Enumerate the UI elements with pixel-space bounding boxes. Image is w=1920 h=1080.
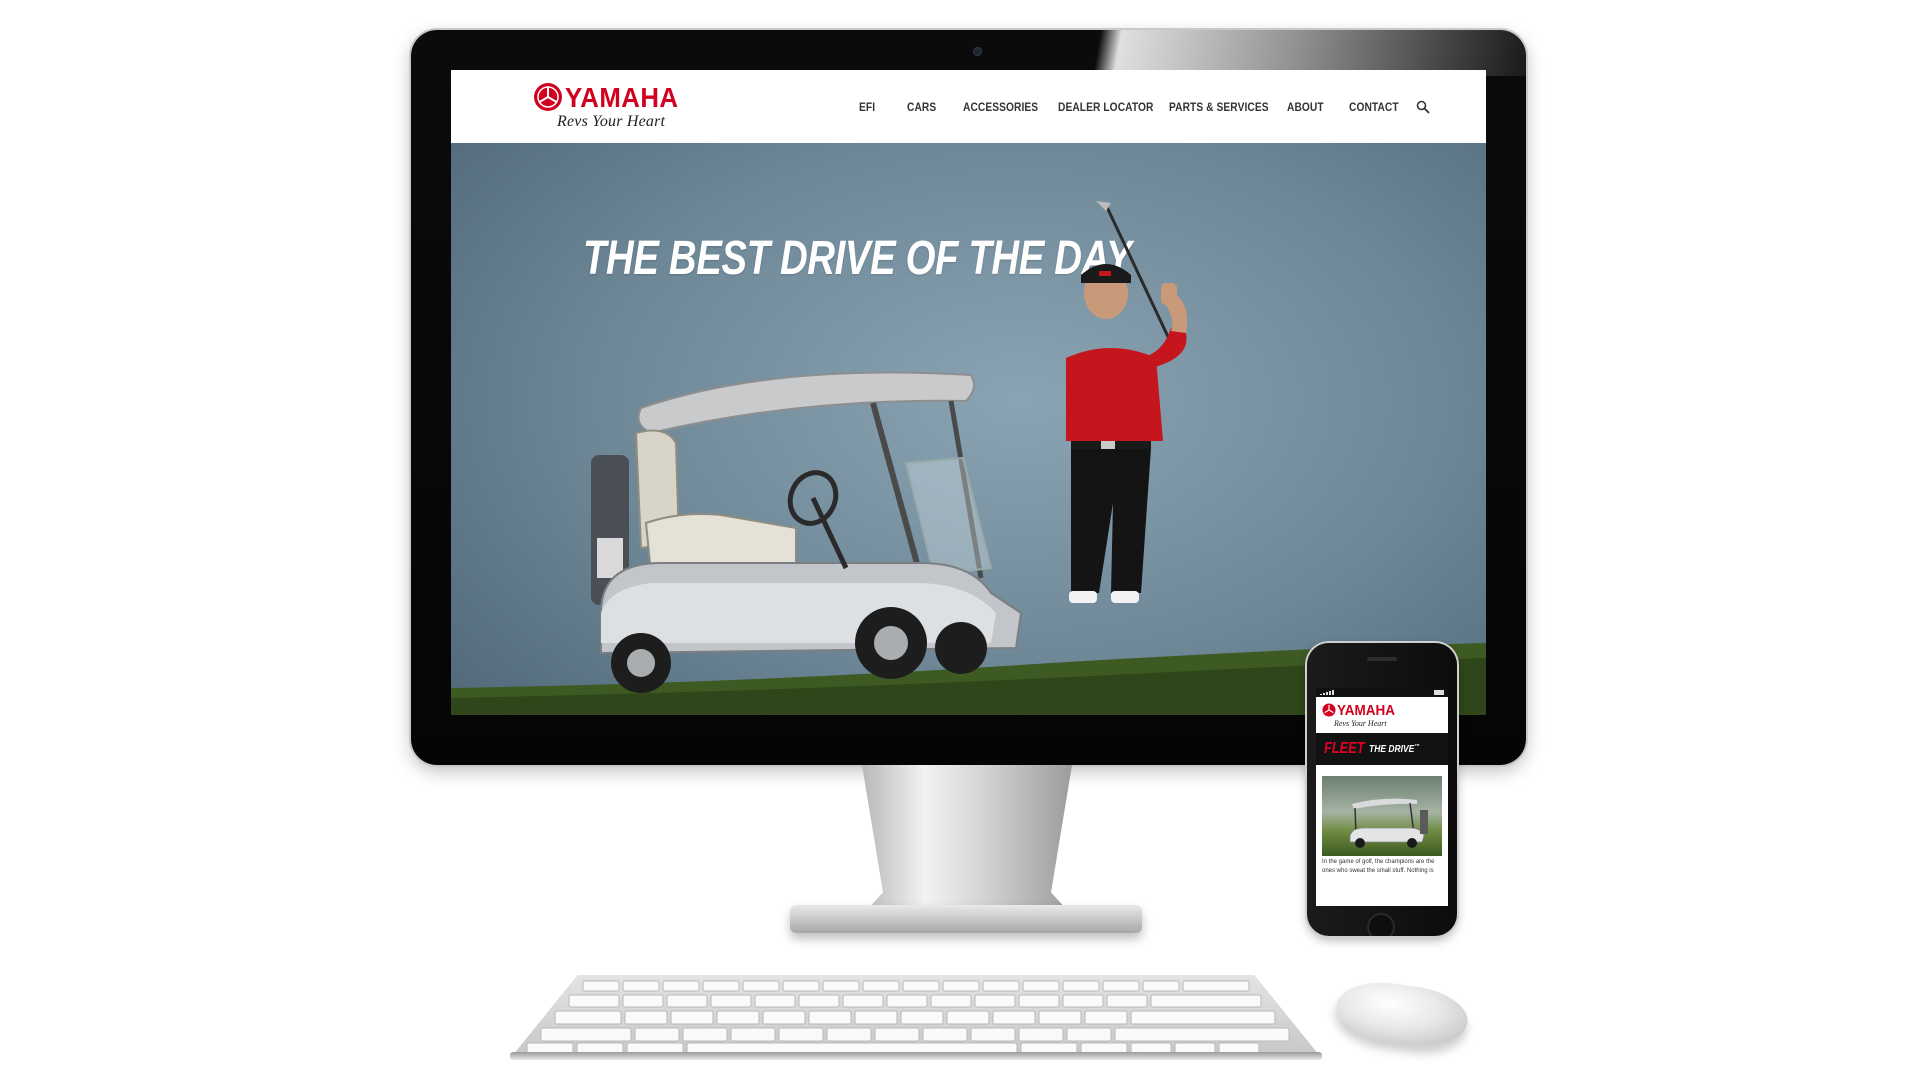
desktop-screen: YAMAHA Revs Your Heart EFI CARS ACCESSOR… [451, 70, 1486, 715]
mobile-hero-photo [1322, 776, 1442, 856]
nav-about[interactable]: ABOUT [1287, 100, 1324, 114]
banner-drive-label: THE DRIVE [1369, 744, 1415, 755]
camera-icon [973, 47, 982, 56]
nav-efi[interactable]: EFI [859, 100, 875, 114]
banner-fleet-text: FLEET [1324, 740, 1365, 757]
mobile-body-text: In the game of golf, the champions are t… [1322, 859, 1435, 874]
nav-cars[interactable]: CARS [907, 100, 936, 114]
nav-parts-services[interactable]: PARTS & SERVICES [1169, 100, 1269, 114]
mobile-phone: YAMAHA Revs Your Heart FLEET THE DRIVE™ … [1307, 643, 1457, 936]
signal-icon [1320, 690, 1334, 695]
golf-cart-image [591, 371, 1023, 693]
golfer-image [1066, 201, 1188, 603]
yamaha-tuning-fork-icon[interactable] [1322, 703, 1336, 717]
trademark-symbol: ™ [1414, 744, 1420, 750]
keyboard-image [513, 975, 1319, 1055]
search-icon[interactable] [1416, 100, 1430, 114]
nav-dealer-locator[interactable]: DEALER LOCATOR [1058, 100, 1153, 114]
nav-accessories[interactable]: ACCESSORIES [963, 100, 1038, 114]
keyboard-edge [510, 1052, 1322, 1060]
phone-speaker [1367, 657, 1397, 661]
mobile-screen: YAMAHA Revs Your Heart FLEET THE DRIVE™ … [1316, 688, 1448, 906]
hero-banner: THE BEST DRIVE OF THE DAY [451, 143, 1486, 715]
mouse-image [1332, 976, 1472, 1052]
monitor-stand [862, 765, 1072, 915]
mobile-brand-tagline: Revs Your Heart [1334, 719, 1387, 728]
main-nav: EFI CARS ACCESSORIES DEALER LOCATOR PART… [451, 70, 1486, 143]
monitor-stand-base [790, 905, 1142, 933]
banner-drive-text: THE DRIVE™ [1369, 744, 1419, 755]
battery-icon [1434, 690, 1444, 695]
mobile-header: YAMAHA Revs Your Heart [1316, 697, 1448, 733]
home-button[interactable] [1367, 913, 1395, 936]
nav-contact[interactable]: CONTACT [1349, 100, 1399, 114]
mobile-banner: FLEET THE DRIVE™ [1316, 733, 1448, 765]
phone-status-bar [1316, 688, 1448, 697]
mobile-brand-name[interactable]: YAMAHA [1337, 702, 1395, 719]
site-header: YAMAHA Revs Your Heart EFI CARS ACCESSOR… [451, 70, 1486, 143]
mobile-golf-cart-image [1349, 798, 1428, 848]
hero-illustration [451, 201, 1486, 715]
keyboard-keys [526, 980, 1290, 1054]
